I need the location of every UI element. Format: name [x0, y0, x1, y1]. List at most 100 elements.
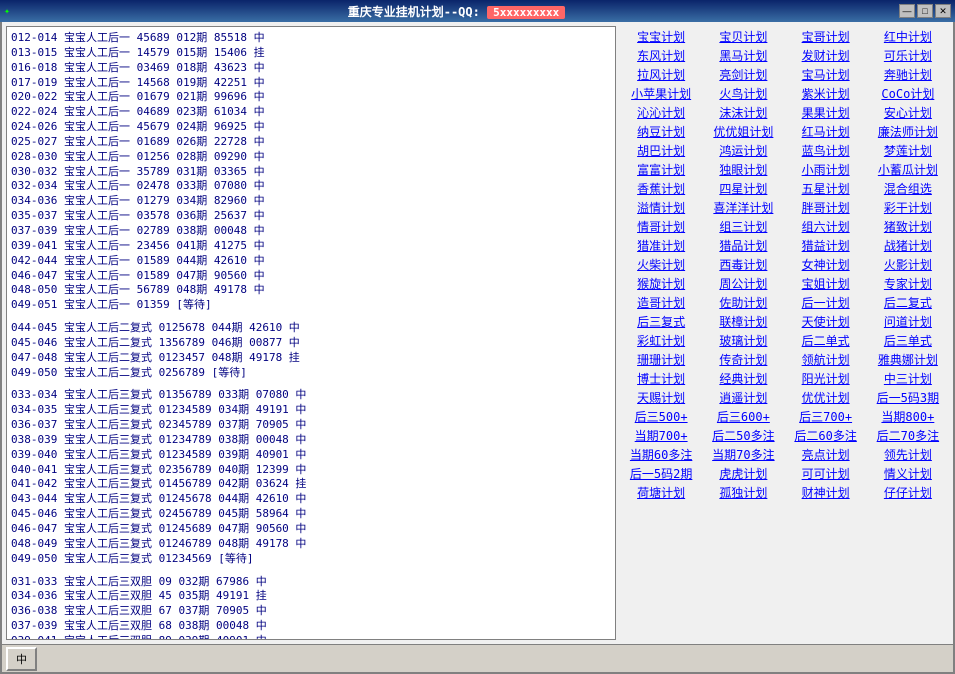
- plan-link[interactable]: 情哥计划: [622, 218, 700, 235]
- plan-link[interactable]: 发财计划: [787, 47, 865, 64]
- plan-link[interactable]: 香蕉计划: [622, 180, 700, 197]
- plan-link[interactable]: 组六计划: [787, 218, 865, 235]
- plan-link[interactable]: 富富计划: [622, 161, 700, 178]
- plan-link[interactable]: 后二复式: [869, 294, 947, 311]
- plan-link[interactable]: 仔仔计划: [869, 484, 947, 501]
- plan-link[interactable]: 小蓄瓜计划: [869, 161, 947, 178]
- plan-link[interactable]: 宝马计划: [787, 66, 865, 83]
- plan-link[interactable]: 纳豆计划: [622, 123, 700, 140]
- plan-link[interactable]: 独眼计划: [704, 161, 782, 178]
- plan-link[interactable]: 五星计划: [787, 180, 865, 197]
- plan-link[interactable]: 虎虎计划: [704, 465, 782, 482]
- plan-link[interactable]: 情义计划: [869, 465, 947, 482]
- plan-link[interactable]: 荷塘计划: [622, 484, 700, 501]
- plan-link[interactable]: 猴旋计划: [622, 275, 700, 292]
- plan-link[interactable]: 宝宝计划: [622, 28, 700, 45]
- plan-link[interactable]: 后三700+: [787, 408, 865, 425]
- plan-link[interactable]: 后三500+: [622, 408, 700, 425]
- plan-link[interactable]: 胡巴计划: [622, 142, 700, 159]
- plan-link[interactable]: 鸿运计划: [704, 142, 782, 159]
- plan-link[interactable]: 博士计划: [622, 370, 700, 387]
- plan-link[interactable]: 玻璃计划: [704, 332, 782, 349]
- plan-link[interactable]: 专家计划: [869, 275, 947, 292]
- plan-link[interactable]: 拉风计划: [622, 66, 700, 83]
- plan-link[interactable]: 紫米计划: [787, 85, 865, 102]
- plan-link[interactable]: 后三600+: [704, 408, 782, 425]
- plan-link[interactable]: 珊珊计划: [622, 351, 700, 368]
- plan-link[interactable]: 东风计划: [622, 47, 700, 64]
- plan-link[interactable]: 当期60多注: [622, 446, 700, 463]
- plan-link[interactable]: 红马计划: [787, 123, 865, 140]
- plan-link[interactable]: 猎益计划: [787, 237, 865, 254]
- center-button[interactable]: 中: [6, 647, 37, 671]
- plan-link[interactable]: 火影计划: [869, 256, 947, 273]
- plan-link[interactable]: 胖哥计划: [787, 199, 865, 216]
- plan-link[interactable]: 中三计划: [869, 370, 947, 387]
- plan-link[interactable]: 当期700+: [622, 427, 700, 444]
- plan-link[interactable]: 联樟计划: [704, 313, 782, 330]
- plan-link[interactable]: 天使计划: [787, 313, 865, 330]
- close-button[interactable]: ✕: [935, 4, 951, 18]
- plan-link[interactable]: 混合组选: [869, 180, 947, 197]
- plan-link[interactable]: 黑马计划: [704, 47, 782, 64]
- plan-link[interactable]: CoCo计划: [869, 85, 947, 102]
- plan-link[interactable]: 经典计划: [704, 370, 782, 387]
- plan-link[interactable]: 四星计划: [704, 180, 782, 197]
- plan-link[interactable]: 后三单式: [869, 332, 947, 349]
- plan-link[interactable]: 亮点计划: [787, 446, 865, 463]
- plan-link[interactable]: 后二单式: [787, 332, 865, 349]
- plan-link[interactable]: 蓝鸟计划: [787, 142, 865, 159]
- left-panel[interactable]: 012-014 宝宝人工后一 45689 012期 85518 中013-015…: [6, 26, 616, 640]
- plan-link[interactable]: 廉法师计划: [869, 123, 947, 140]
- plan-link[interactable]: 领航计划: [787, 351, 865, 368]
- plan-link[interactable]: 传奇计划: [704, 351, 782, 368]
- plan-link[interactable]: 火柴计划: [622, 256, 700, 273]
- plan-link[interactable]: 优优姐计划: [704, 123, 782, 140]
- plan-link[interactable]: 逍遥计划: [704, 389, 782, 406]
- plan-link[interactable]: 安心计划: [869, 104, 947, 121]
- plan-link[interactable]: 周公计划: [704, 275, 782, 292]
- plan-link[interactable]: 后一计划: [787, 294, 865, 311]
- plan-link[interactable]: 红中计划: [869, 28, 947, 45]
- plan-link[interactable]: 猎准计划: [622, 237, 700, 254]
- plan-link[interactable]: 财神计划: [787, 484, 865, 501]
- plan-link[interactable]: 奔驰计划: [869, 66, 947, 83]
- plan-link[interactable]: 后一5码2期: [622, 465, 700, 482]
- plan-link[interactable]: 西毒计划: [704, 256, 782, 273]
- plan-link[interactable]: 宝姐计划: [787, 275, 865, 292]
- plan-link[interactable]: 可可计划: [787, 465, 865, 482]
- plan-link[interactable]: 造哥计划: [622, 294, 700, 311]
- plan-link[interactable]: 阳光计划: [787, 370, 865, 387]
- plan-link[interactable]: 果果计划: [787, 104, 865, 121]
- plan-link[interactable]: 后二50多注: [704, 427, 782, 444]
- plan-link[interactable]: 优优计划: [787, 389, 865, 406]
- plan-link[interactable]: 小苹果计划: [622, 85, 700, 102]
- plan-link[interactable]: 火鸟计划: [704, 85, 782, 102]
- plan-link[interactable]: 女神计划: [787, 256, 865, 273]
- plan-link[interactable]: 彩干计划: [869, 199, 947, 216]
- plan-link[interactable]: 后二70多注: [869, 427, 947, 444]
- maximize-button[interactable]: □: [917, 4, 933, 18]
- plan-link[interactable]: 小雨计划: [787, 161, 865, 178]
- plan-link[interactable]: 猎品计划: [704, 237, 782, 254]
- plan-link[interactable]: 战猪计划: [869, 237, 947, 254]
- plan-link[interactable]: 彩虹计划: [622, 332, 700, 349]
- plan-link[interactable]: 佐助计划: [704, 294, 782, 311]
- plan-link[interactable]: 沁沁计划: [622, 104, 700, 121]
- plan-link[interactable]: 后三复式: [622, 313, 700, 330]
- plan-link[interactable]: 天赐计划: [622, 389, 700, 406]
- plan-link[interactable]: 组三计划: [704, 218, 782, 235]
- plan-link[interactable]: 亮剑计划: [704, 66, 782, 83]
- plan-link[interactable]: 问道计划: [869, 313, 947, 330]
- plan-link[interactable]: 喜洋洋计划: [704, 199, 782, 216]
- plan-link[interactable]: 宝哥计划: [787, 28, 865, 45]
- plan-link[interactable]: 溢情计划: [622, 199, 700, 216]
- plan-link[interactable]: 可乐计划: [869, 47, 947, 64]
- plan-link[interactable]: 当期70多注: [704, 446, 782, 463]
- plan-link[interactable]: 后二60多注: [787, 427, 865, 444]
- plan-link[interactable]: 雅典娜计划: [869, 351, 947, 368]
- plan-link[interactable]: 后一5码3期: [869, 389, 947, 406]
- plan-link[interactable]: 猪致计划: [869, 218, 947, 235]
- plan-link[interactable]: 沫沫计划: [704, 104, 782, 121]
- plan-link[interactable]: 梦莲计划: [869, 142, 947, 159]
